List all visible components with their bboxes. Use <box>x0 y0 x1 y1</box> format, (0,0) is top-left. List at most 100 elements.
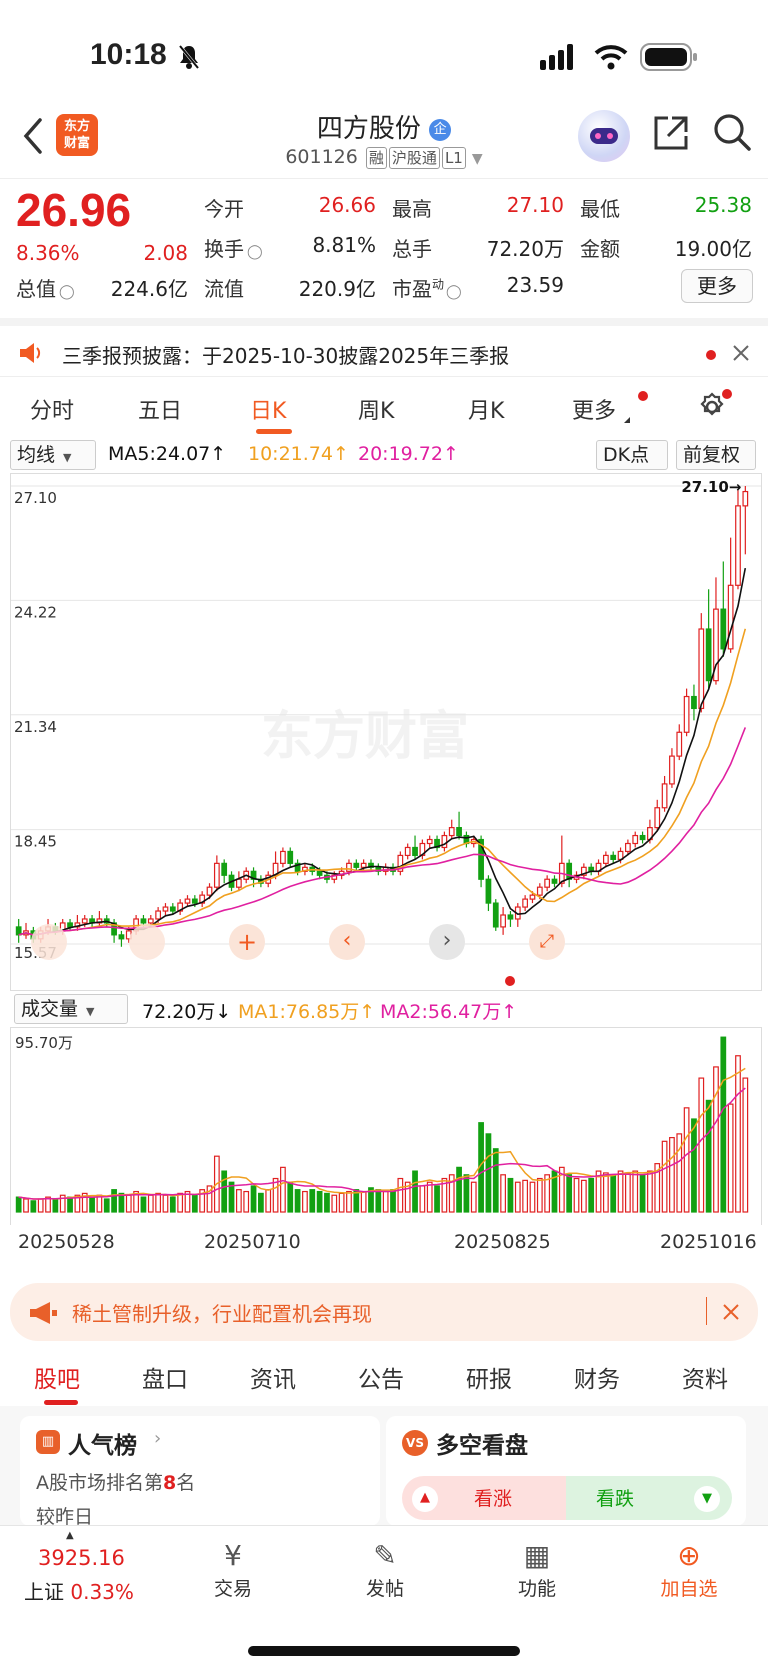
volume-bar <box>15 1196 22 1213</box>
scroll-left-button[interactable]: ‹ <box>329 924 365 960</box>
last-price: 26.96 <box>16 184 132 236</box>
info-icon[interactable]: ◯ <box>247 244 263 260</box>
candle-body <box>191 898 198 904</box>
volume-bar <box>419 1185 426 1213</box>
candle-body <box>316 870 323 876</box>
candle-body <box>625 842 631 853</box>
tab-more[interactable]: 更多 <box>572 393 616 425</box>
tab-daily-k[interactable]: 日K <box>250 393 286 425</box>
tab-profile[interactable]: 资料 <box>682 1360 728 1394</box>
date-label: 20250710 <box>204 1231 301 1253</box>
info-icon[interactable]: ◯ <box>59 284 75 300</box>
minus-button[interactable] <box>31 924 67 960</box>
nav-add-watchlist[interactable]: ⊕ 加自选 <box>634 1538 744 1601</box>
nav-trade[interactable]: ¥ 交易 <box>178 1538 288 1601</box>
bottom-nav: ▲ 3925.16 上证 0.33% ¥ 交易 ✎ 发帖 ▦ 功能 ⊕ 加自选 <box>0 1525 768 1669</box>
volume-bar <box>331 1194 338 1213</box>
bear-button[interactable]: 看跌 ▼ <box>566 1476 732 1520</box>
tab-news[interactable]: 资讯 <box>250 1360 296 1394</box>
vs-title: 多空看盘 <box>436 1433 528 1459</box>
home-indicator <box>248 1646 520 1656</box>
tab-monthly-k[interactable]: 月K <box>468 393 504 425</box>
volume-bar <box>390 1189 396 1213</box>
arrow-up-icon: ↑ <box>501 1001 518 1023</box>
volume-bar <box>265 1189 272 1213</box>
volume-bar <box>625 1172 631 1213</box>
volume-bar <box>470 1181 477 1213</box>
notice-bar[interactable]: 三季报预披露：于2025-10-30披露2025年三季报 <box>0 318 768 376</box>
volume-bar <box>309 1189 316 1213</box>
index-info[interactable]: 上证 0.33% <box>24 1576 134 1605</box>
event-dot[interactable] <box>505 976 515 986</box>
volume-bar <box>125 1194 132 1213</box>
kline-svg[interactable]: 东方财富 27.1024.2221.3418.4515.5727.10→ <box>11 474 761 990</box>
candle-body <box>287 850 294 864</box>
dropdown-icon[interactable]: ▼ <box>472 151 483 167</box>
index-pct: 0.33% <box>70 1580 134 1604</box>
info-icon[interactable]: ◯ <box>446 284 462 300</box>
vs-card[interactable]: VS 多空看盘 ▲ 看涨 看跌 ▼ <box>386 1416 746 1526</box>
volume-bar <box>37 1198 44 1213</box>
stock-name: 四方股份 <box>316 114 421 144</box>
volume-bar <box>23 1198 29 1213</box>
candle-body <box>140 918 147 924</box>
tab-pankou[interactable]: 盘口 <box>142 1360 188 1394</box>
close-icon[interactable] <box>722 1303 740 1321</box>
scroll-right-button[interactable]: › <box>429 924 465 960</box>
info-cards: ▥ 人气榜 › A股市场排名第8名 较昨日 VS 多空看盘 ▲ 看涨 看跌 ▼ <box>0 1406 768 1526</box>
tab-weekly-k[interactable]: 周K <box>358 393 394 425</box>
total-cap-label-text: 总值 <box>16 277 56 301</box>
more-button[interactable]: 更多 <box>681 269 753 303</box>
candle-body <box>360 862 367 868</box>
quote-panel: 26.96 8.36% 2.08 今开 26.66 最高 27.10 最低 25… <box>0 178 768 310</box>
label-pe[interactable]: 市盈动 ◯ <box>392 273 462 302</box>
ranking-icon: ▥ <box>36 1430 60 1454</box>
speaker-icon <box>20 343 41 363</box>
volume-bar <box>412 1170 418 1213</box>
label-amount: 金额 <box>580 237 620 261</box>
adjust-button[interactable]: 前复权 <box>676 440 756 470</box>
nav-trade-label: 交易 <box>213 1578 252 1600</box>
candle-body <box>676 731 683 757</box>
chevron-down-icon: ▼ <box>86 1005 95 1018</box>
indicator-select[interactable]: 均线 ▼ <box>10 440 96 470</box>
candle-body <box>544 878 551 888</box>
volume-select[interactable]: 成交量 ▼ <box>14 994 128 1024</box>
volume-bar <box>632 1170 639 1213</box>
tab-5day[interactable]: 五日 <box>138 393 182 425</box>
volume-chart[interactable]: 95.70万 <box>10 1027 762 1225</box>
nav-post[interactable]: ✎ 发帖 <box>330 1538 440 1601</box>
tab-intraday[interactable]: 分时 <box>30 393 74 425</box>
kline-chart[interactable]: 东方财富 27.1024.2221.3418.4515.5727.10→ + ‹… <box>10 473 762 991</box>
zoom-in-button[interactable]: + <box>229 924 265 960</box>
volume-bar <box>191 1194 198 1213</box>
tab-finance[interactable]: 财务 <box>574 1360 620 1394</box>
volume-svg[interactable]: 95.70万 <box>11 1028 761 1226</box>
assistant-avatar[interactable] <box>578 110 630 162</box>
candle-body <box>529 894 536 900</box>
tab-guba[interactable]: 股吧 <box>34 1360 80 1394</box>
bull-button[interactable]: ▲ 看涨 <box>402 1476 572 1520</box>
search-icon[interactable] <box>712 112 752 152</box>
popularity-card[interactable]: ▥ 人气榜 › A股市场排名第8名 较昨日 <box>20 1416 380 1526</box>
expand-icon[interactable]: ⤢ <box>529 924 565 960</box>
price-tick-label: 24.22 <box>14 603 57 621</box>
share-icon[interactable] <box>652 114 690 152</box>
candle-body <box>412 846 418 857</box>
turnover-label-text: 换手 <box>204 237 244 261</box>
close-icon[interactable] <box>732 344 750 362</box>
volume-bar <box>272 1177 279 1213</box>
pe-sup: 动 <box>432 277 445 292</box>
dk-button[interactable]: DK点 <box>596 440 668 470</box>
label-total-cap[interactable]: 总值 ◯ <box>16 273 75 302</box>
label-turnover[interactable]: 换手 ◯ <box>204 233 263 262</box>
nav-functions[interactable]: ▦ 功能 <box>482 1538 592 1601</box>
volume-bar <box>89 1196 95 1213</box>
tab-announcements[interactable]: 公告 <box>358 1360 404 1394</box>
zoom-out-button[interactable] <box>129 924 165 960</box>
volume-bar <box>324 1192 330 1213</box>
promo-banner[interactable]: 稀土管制升级，行业配置机会再现 <box>10 1283 758 1341</box>
index-value[interactable]: 3925.16 <box>38 1546 125 1570</box>
tab-research[interactable]: 研报 <box>466 1360 512 1394</box>
value-turnover: 8.81% <box>312 233 376 257</box>
